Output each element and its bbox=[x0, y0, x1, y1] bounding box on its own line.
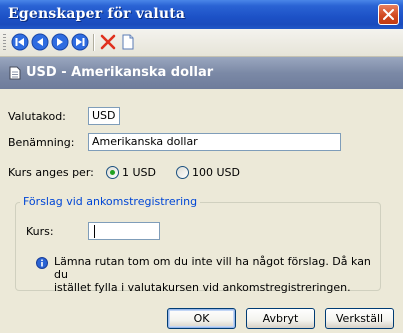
next-record-icon bbox=[51, 33, 69, 54]
window-title: Egenskaper för valuta bbox=[8, 6, 186, 22]
currency-code-label: Valutakod: bbox=[8, 110, 66, 123]
cancel-button[interactable]: Avbryt bbox=[246, 308, 315, 329]
first-record-button[interactable] bbox=[11, 33, 29, 51]
info-text: Lämna rutan tom om du inte vill ha något… bbox=[54, 255, 374, 294]
rate-1-usd-radio[interactable] bbox=[106, 166, 119, 179]
record-title: USD - Amerikanska dollar bbox=[26, 65, 214, 80]
currency-name-field[interactable]: Amerikanska dollar bbox=[88, 133, 341, 151]
previous-record-button[interactable] bbox=[31, 33, 49, 51]
last-record-button[interactable] bbox=[71, 33, 89, 51]
kurs-input[interactable] bbox=[88, 222, 160, 240]
currency-code-field[interactable]: USD bbox=[88, 107, 120, 125]
record-header: USD - Amerikanska dollar bbox=[0, 57, 403, 89]
rate-100-usd-label[interactable]: 100 USD bbox=[192, 166, 240, 179]
next-record-button[interactable] bbox=[51, 33, 69, 51]
document-icon bbox=[9, 66, 21, 83]
toolbar-separator bbox=[93, 34, 95, 51]
currency-name-label: Benämning: bbox=[8, 136, 75, 149]
rate-per-label: Kurs anges per: bbox=[8, 166, 94, 179]
new-document-icon bbox=[119, 34, 137, 54]
toolbar bbox=[0, 29, 403, 57]
new-document-button[interactable] bbox=[119, 33, 137, 51]
toolbar-grip[interactable] bbox=[3, 34, 6, 51]
title-bar[interactable]: Egenskaper för valuta bbox=[0, 0, 403, 29]
delete-icon bbox=[99, 34, 117, 54]
groupbox-title: Förslag vid ankomstregistrering bbox=[20, 195, 201, 208]
close-button[interactable] bbox=[378, 4, 399, 25]
kurs-label: Kurs: bbox=[26, 225, 54, 238]
info-text-line-1: Lämna rutan tom om du inte vill ha något… bbox=[54, 255, 371, 281]
info-icon bbox=[36, 257, 48, 272]
last-record-icon bbox=[71, 33, 89, 54]
rate-1-usd-label[interactable]: 1 USD bbox=[122, 166, 156, 179]
rate-100-usd-radio[interactable] bbox=[176, 166, 189, 179]
first-record-icon bbox=[11, 33, 29, 54]
info-text-line-2: istället fylla i valutakursen vid ankoms… bbox=[54, 281, 351, 294]
delete-button[interactable] bbox=[99, 33, 117, 51]
ok-button[interactable]: OK bbox=[167, 308, 236, 329]
text-caret bbox=[94, 225, 95, 238]
apply-button[interactable]: Verkställ bbox=[325, 308, 394, 329]
previous-record-icon bbox=[31, 33, 49, 54]
dialog-window: Egenskaper för valuta USD - Amerikanska … bbox=[0, 0, 403, 333]
